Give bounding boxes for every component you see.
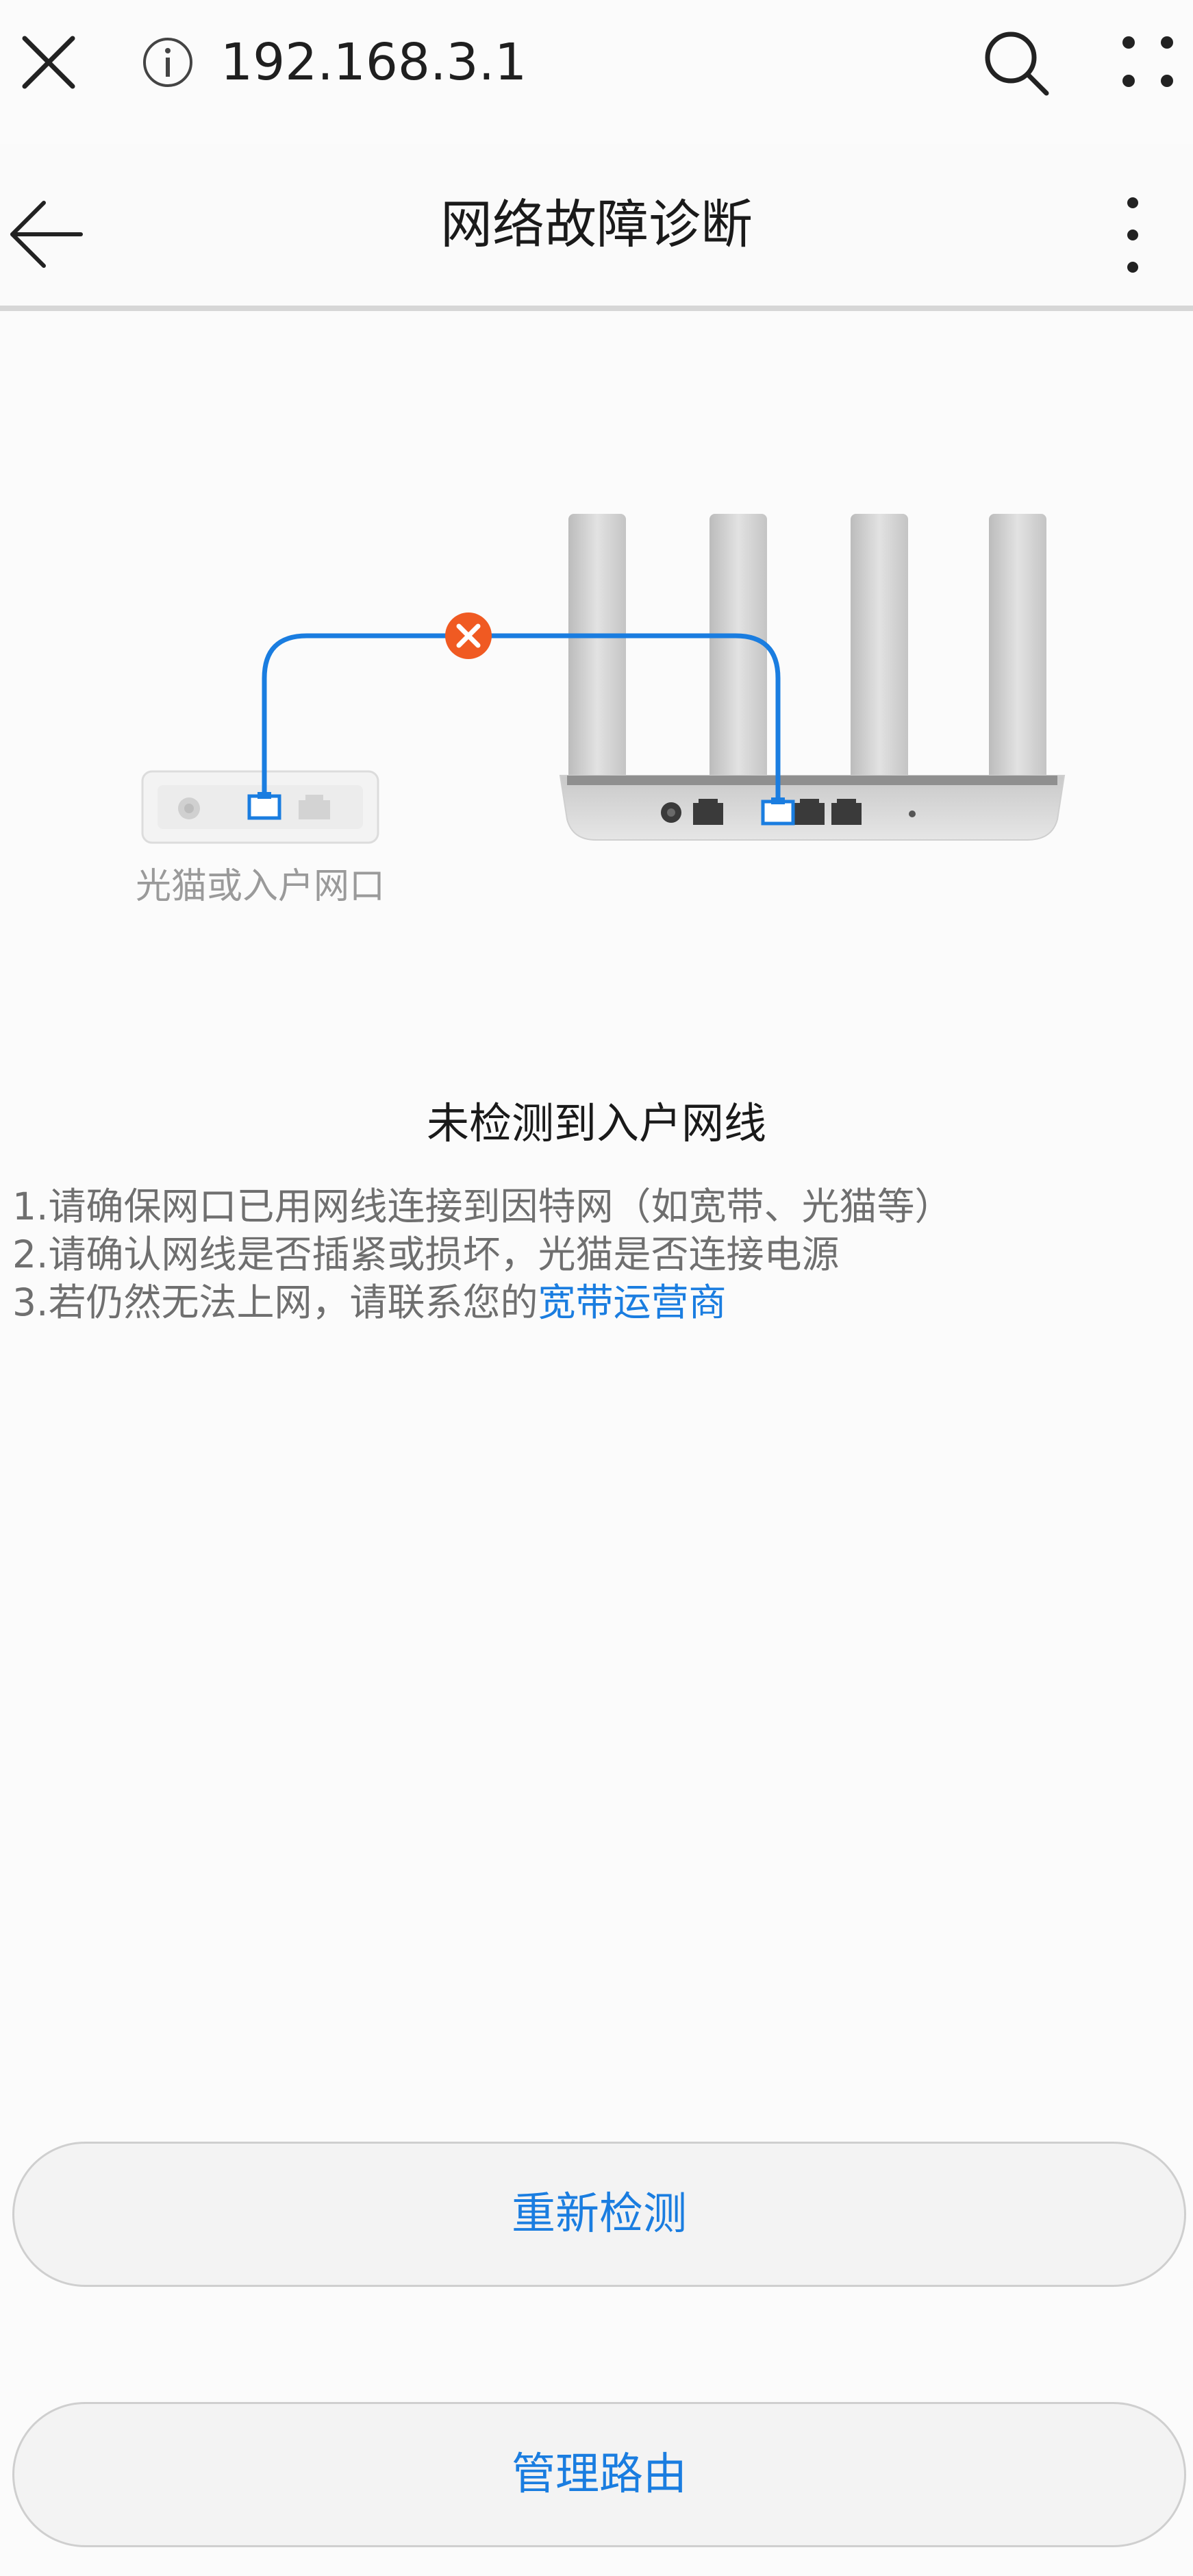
recheck-button[interactable]: 重新检测 xyxy=(12,2142,1186,2287)
close-icon[interactable] xyxy=(19,33,78,92)
router-antennas xyxy=(568,514,1046,802)
apps-icon[interactable] xyxy=(1116,30,1179,93)
troubleshooting-tips: 1.请确保网口已用网线连接到因特网（如宽带、光猫等） 2.请确认网线是否插紧或损… xyxy=(12,1182,1177,1326)
tip-1: 1.请确保网口已用网线连接到因特网（如宽带、光猫等） xyxy=(12,1185,953,1228)
tip-2: 2.请确认网线是否插紧或损坏，光猫是否连接电源 xyxy=(12,1233,840,1276)
manage-router-button[interactable]: 管理路由 xyxy=(12,2402,1186,2547)
cable-plug-right xyxy=(761,797,795,826)
app-header: 网络故障诊断 xyxy=(0,144,1193,306)
cable-plug-left xyxy=(247,792,281,820)
device-label: 光猫或入户网口 xyxy=(135,866,385,907)
router-device xyxy=(559,775,1066,841)
tip-3: 3.若仍然无法上网，请联系您的宽带运营商 xyxy=(12,1278,1177,1326)
browser-toolbar: 192.168.3.1 xyxy=(0,0,1193,125)
header-divider xyxy=(0,306,1193,311)
status-title: 未检测到入户网线 xyxy=(426,1098,766,1148)
isp-link[interactable]: 宽带运营商 xyxy=(538,1280,726,1324)
page-title: 网络故障诊断 xyxy=(440,194,753,255)
url-text[interactable]: 192.168.3.1 xyxy=(221,30,527,95)
error-x-icon xyxy=(445,612,492,659)
search-icon[interactable] xyxy=(979,26,1053,100)
more-vertical-icon[interactable] xyxy=(1109,193,1156,277)
info-icon[interactable] xyxy=(141,36,194,89)
tip-3-text: 3.若仍然无法上网，请联系您的 xyxy=(12,1280,538,1324)
